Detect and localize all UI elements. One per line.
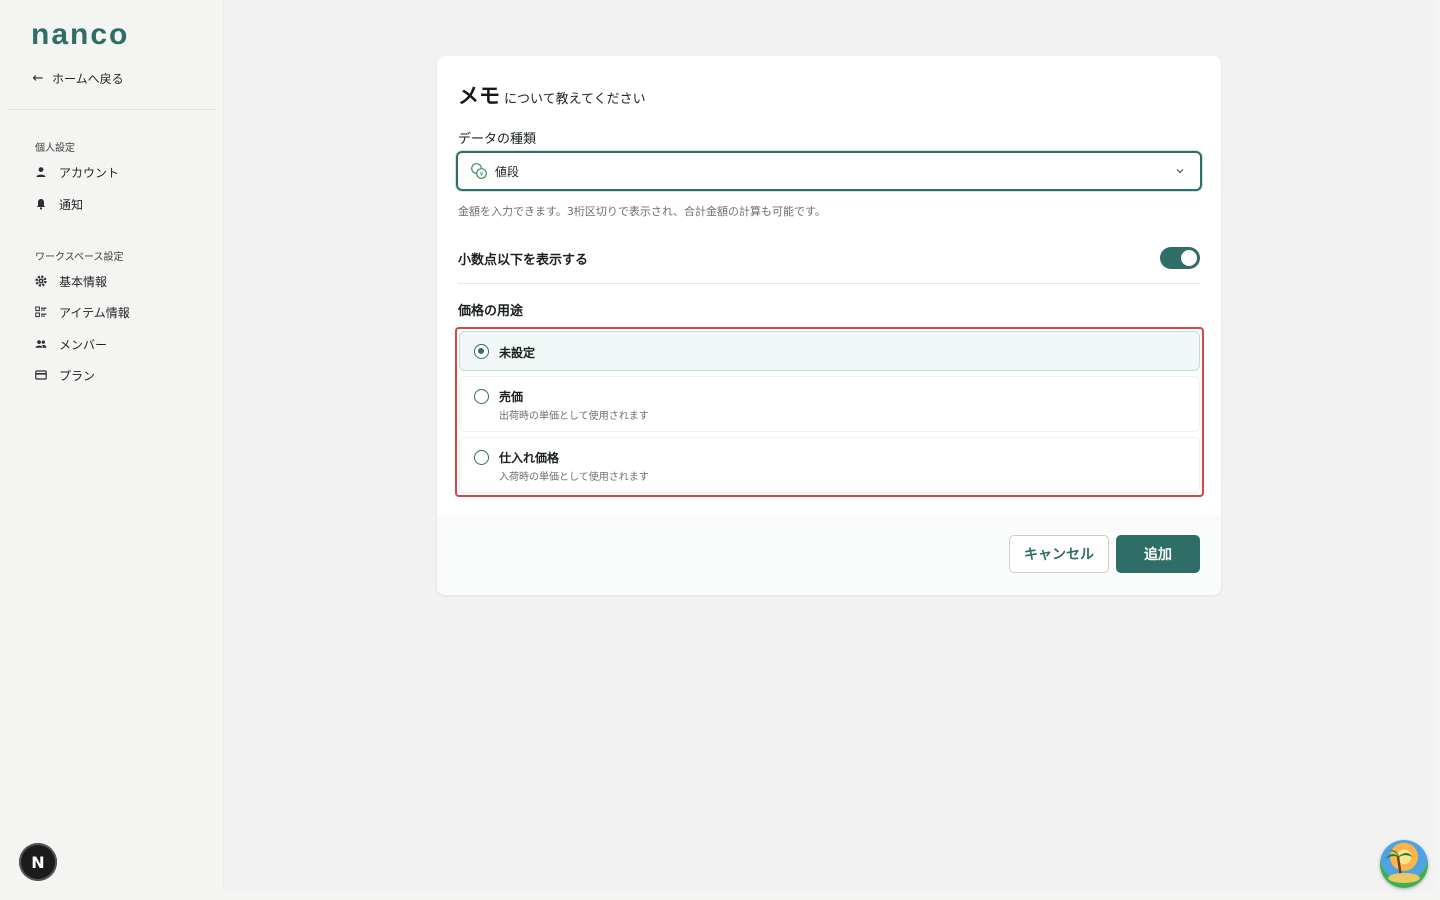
sidebar-item-members[interactable]: メンバー xyxy=(35,334,107,354)
data-type-selected-value: 値段 xyxy=(495,164,520,179)
radio-option-label: 売価 xyxy=(499,390,524,404)
radio-option-description: 入荷時の単価として使用されます xyxy=(499,472,649,483)
palm-tree-icon xyxy=(1386,850,1420,883)
radio-button[interactable] xyxy=(474,389,489,404)
gear-icon xyxy=(35,275,47,287)
sidebar-item-notifications-label: 通知 xyxy=(59,197,84,212)
sidebar-item-item-info[interactable]: アイテム情報 xyxy=(35,302,130,322)
sidebar-item-plan[interactable]: プラン xyxy=(35,365,95,385)
sidebar-item-members-label: メンバー xyxy=(59,337,108,352)
dialog-title: メモ について教えてください xyxy=(458,80,646,110)
toggle-knob xyxy=(1181,250,1197,266)
dialog-title-suffix: について教えてください xyxy=(504,92,646,107)
sidebar-item-plan-label: プラン xyxy=(59,368,96,383)
sidebar-item-account-label: アカウント xyxy=(59,165,120,180)
cancel-button[interactable]: キャンセル xyxy=(1009,535,1109,573)
back-to-home-label: ホームへ戻る xyxy=(52,72,124,86)
price-usage-heading: 価格の用途 xyxy=(458,304,524,319)
radio-button-selected[interactable] xyxy=(474,344,489,359)
workspace-avatar[interactable] xyxy=(1380,840,1428,888)
workspace-settings-heading: ワークスペース設定 xyxy=(35,252,124,263)
sidebar-divider xyxy=(8,109,216,110)
decimal-toggle-label: 小数点以下を表示する xyxy=(458,252,589,268)
radio-option-unset[interactable]: 未設定 xyxy=(459,331,1200,371)
radio-option-description: 出荷時の単価として使用されます xyxy=(499,411,649,422)
scrollbar[interactable] xyxy=(1434,0,1440,900)
add-field-dialog: メモ について教えてください データの種類 ¥ 値段 金額を入力できます。3桁区… xyxy=(437,56,1221,595)
radio-option-selling-price[interactable]: 売価 出荷時の単価として使用されます xyxy=(459,376,1200,432)
back-to-home-link[interactable]: ← ホームへ戻る xyxy=(32,70,124,87)
coins-icon: ¥ xyxy=(471,163,487,179)
card-icon xyxy=(35,369,47,381)
list-icon xyxy=(35,306,47,318)
nanco-logo[interactable]: nanco xyxy=(31,20,129,50)
add-button[interactable]: 追加 xyxy=(1116,535,1200,573)
sidebar-item-basic-info[interactable]: 基本情報 xyxy=(35,271,107,291)
radio-button[interactable] xyxy=(474,450,489,465)
sidebar-item-notifications[interactable]: 通知 xyxy=(35,194,83,214)
data-type-help-text: 金額を入力できます。3桁区切りで表示され、合計金額の計算も可能です。 xyxy=(458,205,826,218)
dialog-footer: キャンセル 追加 xyxy=(437,515,1221,595)
sidebar-item-basic-info-label: 基本情報 xyxy=(59,274,108,289)
people-icon xyxy=(35,338,47,350)
sidebar: nanco ← ホームへ戻る 個人設定 アカウント 通知 ワークスペース設定 基… xyxy=(0,0,224,900)
personal-settings-heading: 個人設定 xyxy=(35,143,75,154)
user-avatar[interactable]: N xyxy=(19,843,57,881)
chevron-down-icon xyxy=(1176,169,1184,174)
decimal-toggle-row: 小数点以下を表示する xyxy=(458,246,1200,284)
data-type-select[interactable]: ¥ 値段 xyxy=(456,151,1202,191)
price-usage-radio-group: 未設定 売価 出荷時の単価として使用されます 仕入れ価格 入荷時の単価として使用… xyxy=(455,327,1204,497)
arrow-left-icon: ← xyxy=(32,71,44,86)
radio-option-label: 仕入れ価格 xyxy=(499,451,560,465)
sidebar-item-item-info-label: アイテム情報 xyxy=(59,305,130,320)
sidebar-item-account[interactable]: アカウント xyxy=(35,162,119,182)
data-type-label: データの種類 xyxy=(458,132,537,147)
radio-option-label: 未設定 xyxy=(499,346,536,360)
bell-icon xyxy=(35,198,47,210)
decimal-toggle-switch[interactable] xyxy=(1160,247,1200,269)
radio-option-purchase-price[interactable]: 仕入れ価格 入荷時の単価として使用されます xyxy=(459,437,1200,493)
svg-text:¥: ¥ xyxy=(480,171,484,178)
dialog-title-field-name: メモ xyxy=(458,84,500,108)
person-icon xyxy=(35,166,47,178)
